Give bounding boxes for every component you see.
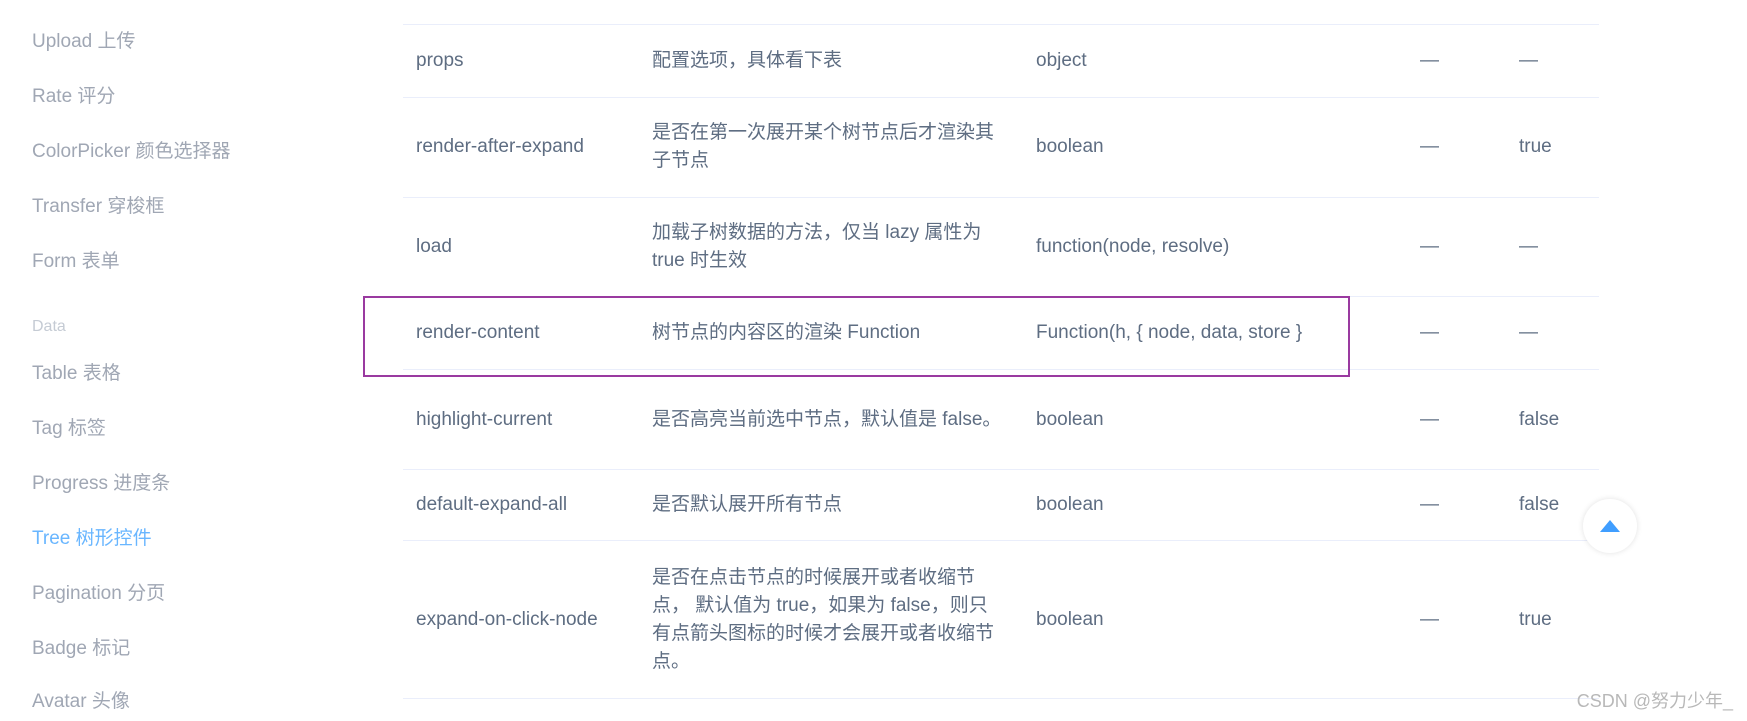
- param-cell: default-expand-all: [416, 494, 568, 515]
- desc-text: 是否在第一次展开某个树节点后才渲染其子节点: [652, 122, 995, 171]
- optional-cell: —: [1420, 136, 1439, 157]
- default-cell: —: [1519, 236, 1538, 257]
- sidebar-item-tag[interactable]: Tag 标签: [32, 417, 106, 441]
- desc-cell: 是否在点击节点的时候展开或者收缩节点， 默认值为 true，如果为 false，…: [652, 541, 1002, 698]
- default-cell: true: [1519, 608, 1552, 630]
- sidebar-nav: Upload 上传 Rate 评分 ColorPicker 颜色选择器 Tran…: [0, 0, 330, 721]
- sidebar-item-transfer[interactable]: Transfer 穿梭框: [32, 195, 164, 219]
- param-cell: expand-on-click-node: [416, 608, 598, 630]
- optional-cell: —: [1420, 322, 1439, 343]
- param-cell: load: [416, 236, 452, 257]
- sidebar-item-avatar[interactable]: Avatar 头像: [32, 690, 130, 714]
- sidebar-item-badge[interactable]: Badge 标记: [32, 637, 130, 661]
- type-cell: boolean: [1036, 408, 1104, 430]
- table-row: default-expand-all 是否默认展开所有节点 boolean — …: [403, 470, 1599, 541]
- default-cell: true: [1519, 136, 1552, 157]
- default-cell: —: [1519, 322, 1538, 343]
- default-cell: —: [1519, 50, 1538, 71]
- desc-text: 加载子树数据的方法，仅当 lazy 属性为true 时生效: [652, 222, 982, 271]
- sidebar-item-tree[interactable]: Tree 树形控件: [32, 527, 152, 551]
- desc-text: 是否默认展开所有节点: [652, 494, 843, 515]
- default-cell: false: [1519, 408, 1560, 430]
- optional-cell: —: [1420, 236, 1439, 257]
- optional-cell: —: [1420, 608, 1439, 630]
- sidebar-item-rate[interactable]: Rate 评分: [32, 85, 115, 109]
- desc-text: 配置选项，具体看下表: [652, 50, 843, 71]
- param-cell: render-content: [416, 322, 540, 343]
- desc-cell: 是否在第一次展开某个树节点后才渲染其子节点: [652, 97, 1002, 197]
- sidebar-item-pagination[interactable]: Pagination 分页: [32, 582, 165, 606]
- desc-cell: 加载子树数据的方法，仅当 lazy 属性为true 时生效: [652, 198, 1002, 296]
- table-row: props 配置选项，具体看下表 object — —: [403, 24, 1599, 98]
- desc-cell: 是否默认展开所有节点: [652, 470, 1002, 540]
- desc-cell: 树节点的内容区的渲染 Function: [652, 297, 1002, 369]
- type-cell: boolean: [1036, 136, 1104, 157]
- desc-text: 树节点的内容区的渲染 Function: [652, 322, 921, 343]
- desc-text: 是否高亮当前选中节点，默认值是 false。: [652, 408, 1002, 430]
- sidebar-item-progress[interactable]: Progress 进度条: [32, 472, 170, 496]
- param-cell: highlight-current: [416, 408, 553, 430]
- optional-cell: —: [1420, 408, 1439, 430]
- param-cell: render-after-expand: [416, 136, 584, 157]
- param-cell: props: [416, 50, 464, 71]
- optional-cell: —: [1420, 494, 1439, 515]
- sidebar-item-upload[interactable]: Upload 上传: [32, 30, 136, 54]
- sidebar-item-table[interactable]: Table 表格: [32, 362, 121, 386]
- csdn-watermark: CSDN @努力少年_: [1576, 691, 1733, 711]
- sidebar-item-form[interactable]: Form 表单: [32, 250, 120, 274]
- table-row: highlight-current 是否高亮当前选中节点，默认值是 false。…: [403, 370, 1599, 470]
- desc-cell: 配置选项，具体看下表: [652, 25, 1002, 97]
- type-cell: Function(h, { node, data, store }: [1036, 322, 1303, 343]
- desc-text: 是否在点击节点的时候展开或者收缩节点， 默认值为 true，如果为 false，…: [652, 566, 995, 672]
- type-cell: object: [1036, 50, 1087, 71]
- type-cell: boolean: [1036, 608, 1104, 630]
- caret-up-icon: [1600, 520, 1620, 532]
- desc-cell: 是否高亮当前选中节点，默认值是 false。: [652, 370, 1002, 469]
- type-cell: function(node, resolve): [1036, 236, 1230, 257]
- sidebar-item-colorpicker[interactable]: ColorPicker 颜色选择器: [32, 140, 230, 164]
- sidebar-group-data: Data: [32, 318, 66, 335]
- optional-cell: —: [1420, 50, 1439, 71]
- type-cell: boolean: [1036, 494, 1104, 515]
- table-row: render-content 树节点的内容区的渲染 Function Funct…: [403, 297, 1599, 370]
- table-row: render-after-expand 是否在第一次展开某个树节点后才渲染其子节…: [403, 97, 1599, 198]
- back-to-top-button[interactable]: [1583, 499, 1637, 553]
- table-row: expand-on-click-node 是否在点击节点的时候展开或者收缩节点，…: [403, 541, 1599, 699]
- table-row: load 加载子树数据的方法，仅当 lazy 属性为true 时生效 funct…: [403, 198, 1599, 297]
